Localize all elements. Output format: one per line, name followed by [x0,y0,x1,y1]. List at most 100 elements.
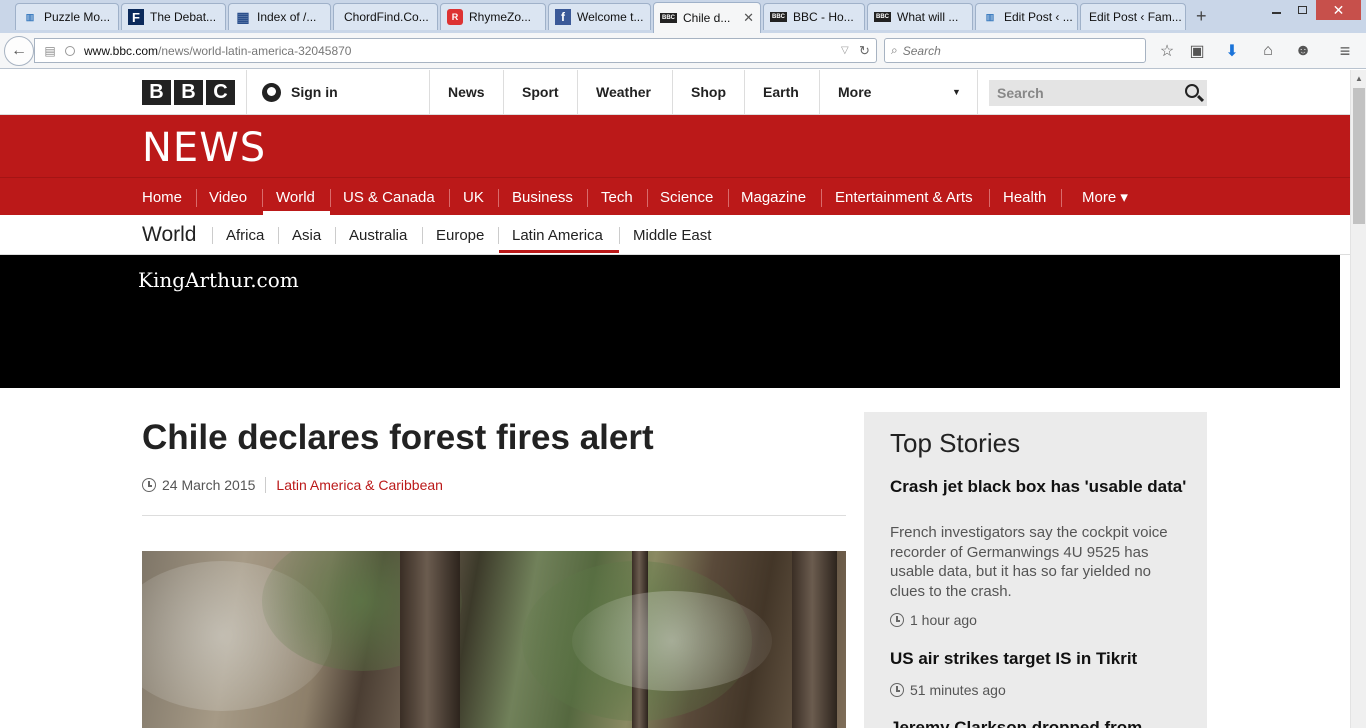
tab-label: The Debat... [150,10,217,24]
news-wordmark[interactable]: NEWS [142,125,266,171]
tab-label: Edit Post ‹ Fam... [1089,10,1182,24]
hamburger-menu-icon[interactable]: ≡ [1334,40,1356,62]
news-primary-nav: Home Video World US & Canada UK Business… [0,177,1350,215]
grid-favicon-icon: ▦ [236,8,250,25]
news-nav-business[interactable]: Business [499,178,586,216]
bbc-search-placeholder: Search [997,85,1044,101]
browser-tab[interactable]: BBC What will ... [867,3,973,30]
page-info-icon[interactable]: ▤ [35,44,65,58]
bookmark-star-icon[interactable]: ☆ [1156,40,1178,62]
browser-search-input[interactable]: ⌕ Search [884,38,1146,63]
bbc-logo-letter: B [174,80,203,105]
page-scrollbar[interactable]: ▲ [1350,70,1366,728]
tab-label: Welcome t... [577,10,644,24]
tab-label: ChordFind.Co... [344,10,429,24]
browser-tab[interactable]: R RhymeZo... [440,3,546,30]
close-window-button[interactable]: ✕ [1316,0,1361,20]
back-button[interactable]: ← [4,36,34,66]
browser-search-placeholder: Search [902,43,941,58]
browser-tab-bar: ▥ Puzzle Mo... F The Debat... ▦ Index of… [0,0,1366,33]
tab-label: Index of /... [257,10,317,24]
masthead-nav-sport[interactable]: Sport [503,70,577,114]
subnav-europe[interactable]: Europe [423,215,497,255]
tab-label: Puzzle Mo... [44,10,111,24]
ad-brand-text: KingArthur.com [138,268,299,292]
masthead-nav-news[interactable]: News [429,70,503,114]
story-headline-link[interactable]: Crash jet black box has 'usable data' [890,475,1190,499]
sign-in-button[interactable]: Sign in [246,70,338,114]
story-headline-link[interactable]: Jeremy Clarkson dropped from [890,716,1190,728]
browser-tab[interactable]: ▥ Edit Post ‹ ... [975,3,1078,30]
news-nav-health[interactable]: Health [990,178,1059,216]
minimize-window-button[interactable] [1264,0,1288,20]
meta-divider-line [142,515,846,516]
photo-smoke [572,591,772,691]
restore-window-button[interactable] [1290,0,1314,20]
close-tab-icon[interactable]: ✕ [737,10,754,26]
chat-icon[interactable]: ☻ [1292,40,1314,62]
clock-icon [142,478,156,492]
bookmarks-menu-icon[interactable]: ▣ [1186,40,1208,62]
article-photo-forest-fire [142,551,846,728]
home-icon[interactable]: ⌂ [1257,40,1279,62]
story-time-text: 51 minutes ago [910,682,1006,698]
news-nav-science[interactable]: Science [647,178,726,216]
subnav-latin-america[interactable]: Latin America [499,215,616,255]
browser-tab[interactable]: ▥ Puzzle Mo... [15,3,119,30]
news-nav-more[interactable]: More ▾ [1069,178,1141,216]
browser-tab[interactable]: f Welcome t... [548,3,651,30]
browser-tab[interactable]: BBC BBC - Ho... [763,3,865,30]
browser-tab[interactable]: Edit Post ‹ Fam... [1080,3,1186,30]
masthead-divider [977,70,978,114]
subnav-asia[interactable]: Asia [279,215,334,255]
news-nav-video[interactable]: Video [196,178,260,216]
browser-tab-active[interactable]: BBC Chile d... ✕ [653,2,761,33]
reload-icon[interactable]: ↻ [859,43,870,59]
scroll-up-icon[interactable]: ▲ [1355,74,1363,83]
advertisement-banner[interactable]: KingArthur.com [0,255,1340,388]
tab-label: RhymeZo... [469,10,532,24]
search-icon[interactable] [1185,84,1199,98]
masthead-nav-earth[interactable]: Earth [744,70,819,114]
top-stories-panel: Top Stories Crash jet black box has 'usa… [864,412,1207,728]
story-headline-link[interactable]: US air strikes target IS in Tikrit [890,647,1190,671]
url-bar[interactable]: ▤ www.bbc.com /news/world-latin-america-… [34,38,877,63]
sign-in-label: Sign in [291,84,338,100]
url-host: www.bbc.com [84,43,159,58]
subnav-australia[interactable]: Australia [336,215,420,255]
news-nav-us-canada[interactable]: US & Canada [330,178,448,216]
masthead-nav-more[interactable]: More ▼ [819,70,977,114]
browser-nav-bar: ▤ www.bbc.com /news/world-latin-america-… [0,33,1366,69]
meta-divider [265,477,267,493]
subnav-africa[interactable]: Africa [213,215,277,255]
news-nav-tech[interactable]: Tech [588,178,646,216]
browser-tab[interactable]: ▦ Index of /... [228,3,331,30]
news-nav-magazine[interactable]: Magazine [728,178,819,216]
article-category-link[interactable]: Latin America & Caribbean [276,477,443,493]
news-nav-home[interactable]: Home [129,178,195,216]
news-nav-uk[interactable]: UK [450,178,497,216]
url-dropdown-icon[interactable]: ▽ [841,45,849,56]
bbc-search-input[interactable]: Search [989,80,1207,106]
bar-chart-favicon-icon: ▥ [985,11,995,22]
new-tab-button[interactable]: + [1196,6,1207,27]
article-date: 24 March 2015 [162,477,256,493]
browser-tab[interactable]: ChordFind.Co... [333,3,438,30]
chevron-down-icon: ▼ [952,87,961,97]
photo-tree-trunk [792,551,837,728]
bbc-logo[interactable]: B B C [142,80,235,105]
section-title[interactable]: World [142,223,196,247]
nav-divider [1061,189,1062,207]
scrollbar-thumb[interactable] [1353,88,1365,224]
browser-tab[interactable]: F The Debat... [121,3,226,30]
downloads-icon[interactable]: ⬇ [1221,40,1243,62]
back-arrow-icon: ← [11,42,27,59]
bbc-favicon-icon: BBC [660,13,677,23]
subnav-middle-east[interactable]: Middle East [620,215,724,255]
active-subnav-indicator [499,250,619,253]
news-nav-entertainment-arts[interactable]: Entertainment & Arts [822,178,986,216]
photo-tree-trunk [400,551,460,728]
masthead-nav-weather[interactable]: Weather [577,70,672,114]
masthead-more-label: More [838,84,872,100]
masthead-nav-shop[interactable]: Shop [672,70,744,114]
